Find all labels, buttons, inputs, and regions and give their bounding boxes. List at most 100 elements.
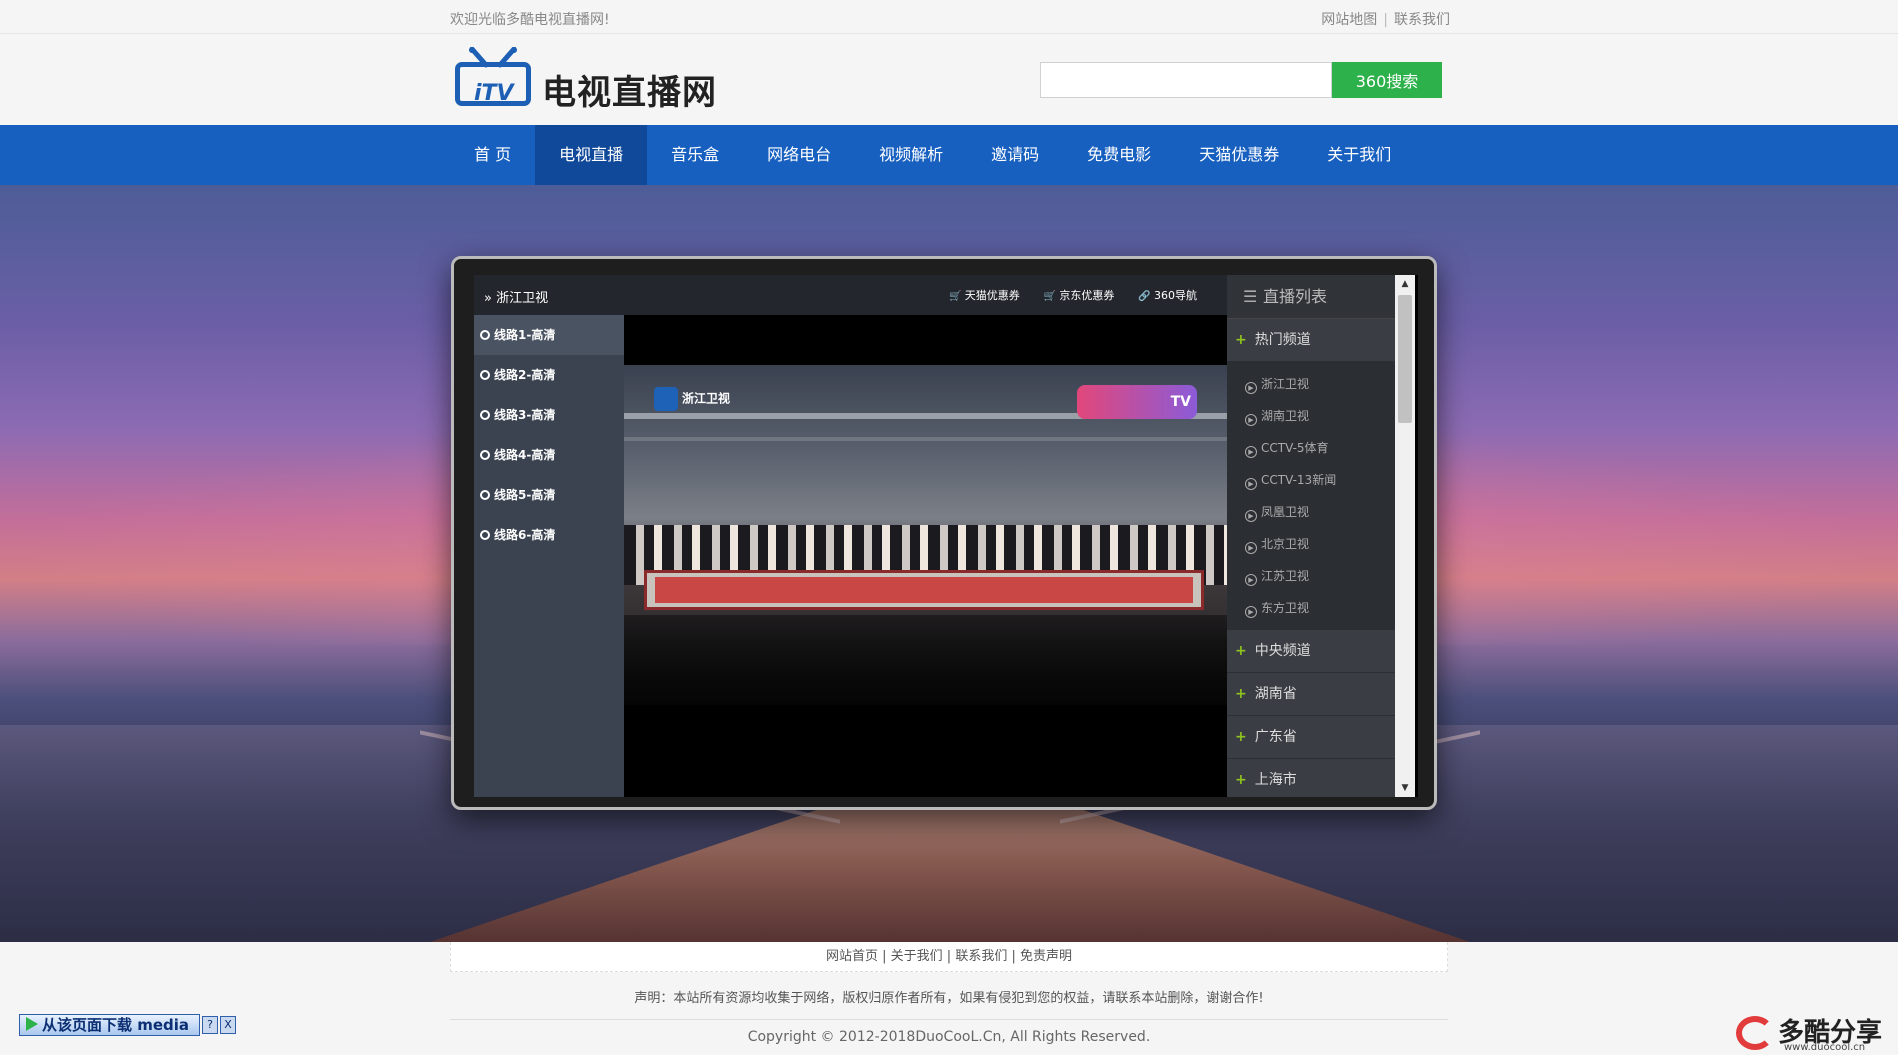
video-frame: 浙江卫视 TV: [624, 365, 1227, 705]
circle-dot-icon: [480, 450, 490, 460]
hot-channel-list: ▶ 浙江卫视 ▶ 湖南卫视 ▶ CCTV-5体育 ▶ CCTV-13新闻 ▶ 凤凰卫视 ▶ 北京卫视 ▶…: [1227, 362, 1395, 630]
channel-item[interactable]: ▶ 北京卫视: [1227, 528, 1395, 560]
tv-logo-icon: iTV: [455, 62, 531, 106]
playlist-title: 直播列表: [1263, 287, 1328, 306]
logo-mark: iTV: [474, 81, 514, 106]
player-top-link-label: 京东优惠券: [1059, 289, 1115, 302]
footer-copyright: Copyright © 2012-2018DuoCooL.Cn, All Rig…: [747, 1029, 1151, 1045]
channel-label: CCTV-13新闻: [1261, 473, 1337, 487]
group-item-1[interactable]: + 湖南省: [1227, 673, 1395, 716]
nav-item-0[interactable]: 首 页: [450, 125, 535, 185]
footer-divider: [450, 1019, 1448, 1020]
group-item-2[interactable]: + 广东省: [1227, 716, 1395, 759]
video-player[interactable]: 浙江卫视 TV: [624, 315, 1227, 797]
scroll-up-icon[interactable]: ▲: [1395, 275, 1415, 293]
media-download-button[interactable]: 从该页面下载 media: [19, 1014, 201, 1036]
nav-item-7[interactable]: 天猫优惠券: [1175, 125, 1303, 185]
line-item-2[interactable]: 线路2-高清: [474, 355, 624, 395]
media-download-label: 从该页面下载 media: [42, 1016, 190, 1034]
line-item-1[interactable]: 线路1-高清: [474, 315, 624, 355]
line-item-6[interactable]: 线路6-高清: [474, 515, 624, 555]
close-icon[interactable]: X: [220, 1016, 237, 1034]
circle-dot-icon: [480, 410, 490, 420]
sitemap-link[interactable]: 网站地图: [1321, 12, 1377, 28]
separator: |: [1383, 12, 1388, 28]
top-links: 网站地图 | 联系我们: [1321, 9, 1450, 29]
main-nav: 首 页电视直播 音乐盒 网络电台 视频解析 邀请码 免费电影 天猫优惠券 关于我们: [0, 125, 1898, 185]
line-item-4[interactable]: 线路4-高清: [474, 435, 624, 475]
nav-item-6[interactable]: 免费电影: [1063, 125, 1175, 185]
playlist: ☰ 直播列表 + 热门频道 ▶ 浙江卫视 ▶ 湖南卫视 ▶ CCTV-5体育 ▶ CCTV-13新…: [1227, 275, 1395, 797]
group-item-3[interactable]: + 上海市: [1227, 759, 1395, 797]
group-list: + 中央频道 + 湖南省 + 广东省 + 上海市: [1227, 630, 1395, 797]
circle-dot-icon: [480, 530, 490, 540]
scroll-thumb[interactable]: [1398, 295, 1412, 423]
group-hot[interactable]: + 热门频道: [1227, 319, 1395, 362]
banner-inner: [655, 577, 1193, 603]
line-label: 线路5-高清: [494, 488, 556, 502]
channel-label: 江苏卫视: [1261, 569, 1310, 583]
player-top-links: 🛒 天猫优惠券 🛒 京东优惠券 🔗 360导航: [949, 287, 1197, 303]
help-icon[interactable]: ?: [202, 1016, 219, 1034]
watermark-url: www.duocool.cn: [1784, 1042, 1866, 1053]
media-download-bar: 从该页面下载 media ? X: [19, 1014, 237, 1036]
channel-item[interactable]: ▶ 湖南卫视: [1227, 400, 1395, 432]
line-label: 线路3-高清: [494, 408, 556, 422]
plus-icon: +: [1235, 729, 1247, 745]
group-label: 中央频道: [1254, 643, 1311, 659]
line-item-5[interactable]: 线路5-高清: [474, 475, 624, 515]
audience: [624, 615, 1227, 705]
welcome-text: 欢迎光临多酷电视直播网!: [450, 12, 610, 28]
play-circle-icon: ▶: [1245, 606, 1257, 618]
player-top-link-label: 天猫优惠券: [964, 289, 1020, 302]
search-form: 360搜索: [1040, 62, 1442, 98]
nav-item-2[interactable]: 音乐盒: [647, 125, 743, 185]
channel-watermark-text: 浙江卫视: [682, 391, 731, 406]
channel-item[interactable]: ▶ CCTV-5体育: [1227, 432, 1395, 464]
group-item-0[interactable]: + 中央频道: [1227, 630, 1395, 673]
site-logo[interactable]: iTV 电视直播网: [452, 47, 732, 113]
nav-item-3[interactable]: 网络电台: [743, 125, 855, 185]
zhejiang-logo-icon: [654, 387, 678, 411]
channel-label: 凤凰卫视: [1261, 505, 1310, 519]
scroll-down-icon[interactable]: ▼: [1395, 779, 1415, 797]
play-circle-icon: ▶: [1245, 542, 1257, 554]
show-logo: TV: [1077, 385, 1197, 419]
nav-item-5[interactable]: 邀请码: [967, 125, 1063, 185]
play-circle-icon: ▶: [1245, 574, 1257, 586]
current-channel: » 浙江卫视: [484, 291, 549, 306]
play-circle-icon: ▶: [1245, 414, 1257, 426]
channel-label: 东方卫视: [1261, 601, 1310, 615]
line-label: 线路4-高清: [494, 448, 556, 462]
group-label: 热门频道: [1254, 332, 1311, 348]
channel-item[interactable]: ▶ 浙江卫视: [1227, 368, 1395, 400]
plus-icon: +: [1235, 332, 1247, 348]
player-top-link-1[interactable]: 🛒 京东优惠券: [1044, 287, 1115, 303]
channel-item[interactable]: ▶ 东方卫视: [1227, 592, 1395, 624]
line-item-3[interactable]: 线路3-高清: [474, 395, 624, 435]
search-button[interactable]: 360搜索: [1332, 62, 1442, 98]
nav-item-8[interactable]: 关于我们: [1303, 125, 1415, 185]
line-label: 线路1-高清: [494, 328, 556, 342]
play-circle-icon: ▶: [1245, 382, 1257, 394]
nav-item-1[interactable]: 电视直播: [535, 125, 648, 185]
player-top-link-0[interactable]: 🛒 天猫优惠券: [949, 287, 1020, 303]
contact-link[interactable]: 联系我们: [1394, 12, 1450, 28]
group-label: 湖南省: [1254, 686, 1297, 702]
playlist-header: ☰ 直播列表: [1227, 275, 1395, 319]
player-top-link-2[interactable]: 🔗 360导航: [1138, 287, 1197, 303]
channel-watermark: 浙江卫视: [654, 387, 730, 411]
search-input[interactable]: [1040, 62, 1332, 98]
channel-item[interactable]: ▶ 凤凰卫视: [1227, 496, 1395, 528]
channel-item[interactable]: ▶ 江苏卫视: [1227, 560, 1395, 592]
nav-item-4[interactable]: 视频解析: [855, 125, 967, 185]
playlist-scrollbar[interactable]: ▲ ▼: [1395, 275, 1415, 797]
play-icon: [26, 1017, 38, 1031]
plus-icon: +: [1235, 643, 1247, 659]
channel-item[interactable]: ▶ CCTV-13新闻: [1227, 464, 1395, 496]
nav-list: 首 页电视直播 音乐盒 网络电台 视频解析 邀请码 免费电影 天猫优惠券 关于我们: [450, 125, 1415, 185]
footer-links[interactable]: 网站首页 | 关于我们 | 联系我们 | 免责声明: [450, 942, 1448, 972]
stage-banner: [644, 570, 1204, 610]
circle-dot-icon: [480, 370, 490, 380]
cart-icon: 🛒: [1043, 291, 1060, 302]
